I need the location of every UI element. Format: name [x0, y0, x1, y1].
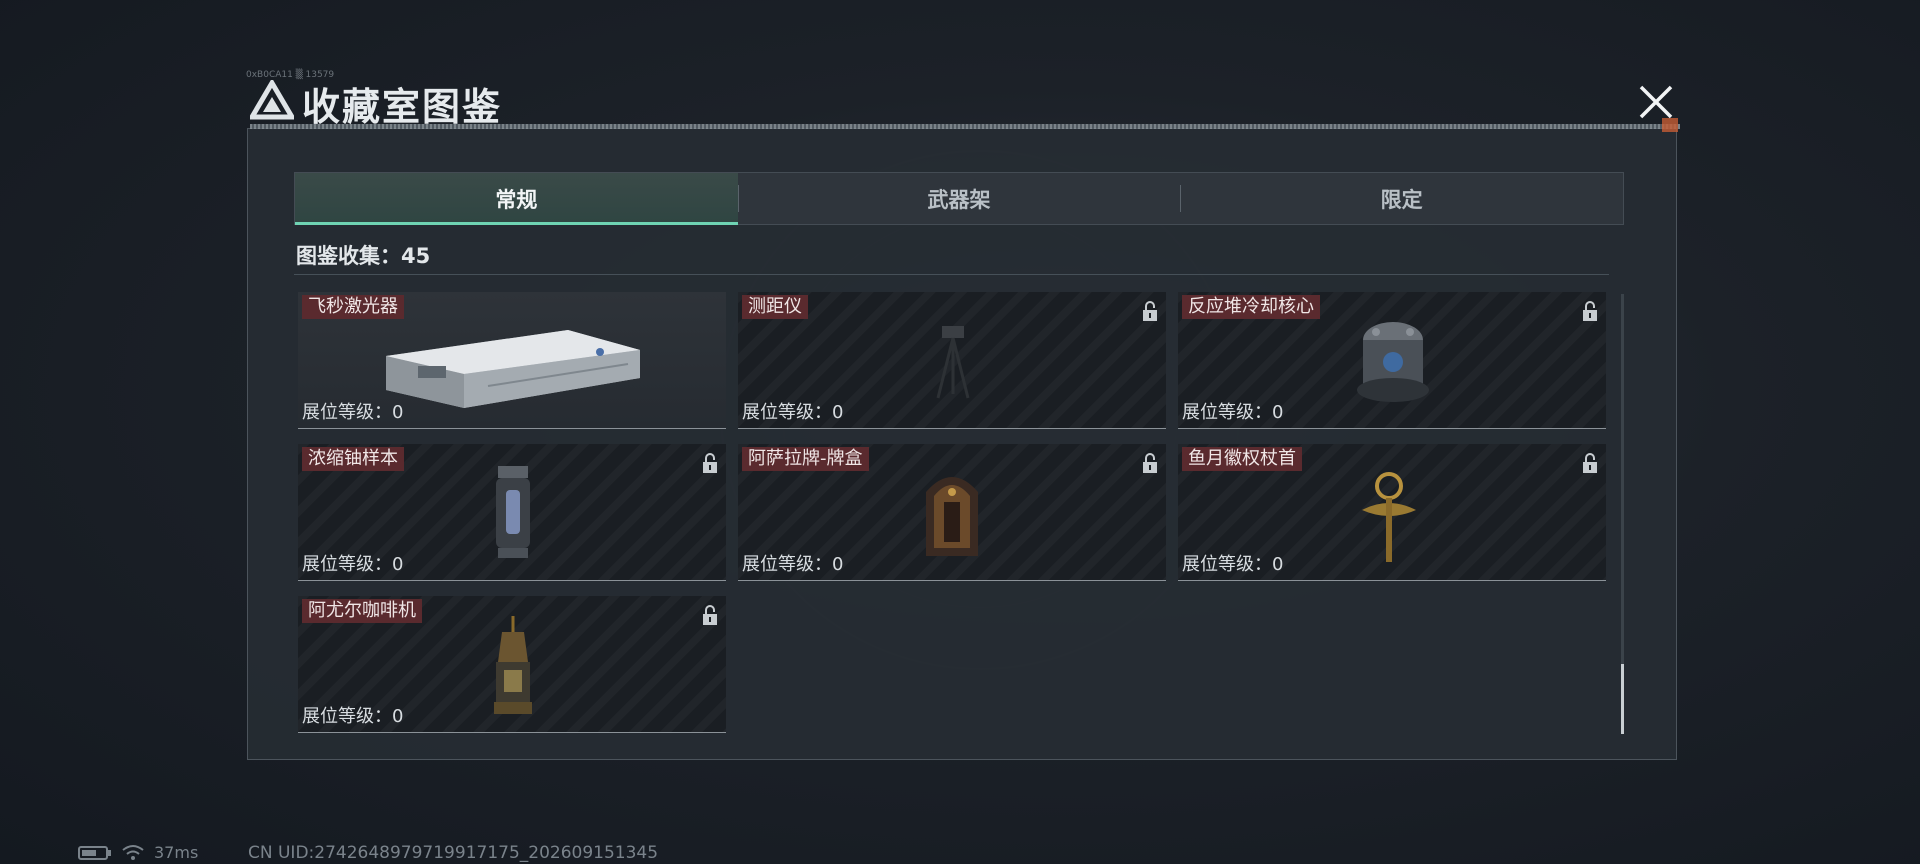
item-level: 展位等级：0: [742, 402, 844, 423]
tab-weapon-rack[interactable]: 武器架: [737, 173, 1181, 224]
triangle-logo-icon: [250, 80, 294, 120]
item-name: 鱼月徽权杖首: [1182, 447, 1302, 471]
close-x-icon: [1639, 85, 1673, 119]
category-tabs: 常规 武器架 限定: [294, 172, 1624, 225]
item-name: 阿萨拉牌-牌盒: [742, 447, 869, 471]
lock-icon: [1143, 453, 1157, 473]
item-card-uranium-sample[interactable]: 浓缩铀样本 展位等级：0: [298, 444, 726, 581]
item-level: 展位等级：0: [742, 554, 844, 575]
item-card-scepter-head[interactable]: 鱼月徽权杖首 展位等级：0: [1178, 444, 1606, 581]
wifi-icon: [122, 844, 144, 860]
item-card-asara-card-box[interactable]: 阿萨拉牌-牌盒 展位等级：0: [738, 444, 1166, 581]
item-level: 展位等级：0: [1182, 554, 1284, 575]
item-name: 阿尤尔咖啡机: [302, 599, 422, 623]
uranium-canister-icon: [496, 466, 530, 558]
item-level: 展位等级：0: [1182, 402, 1284, 423]
item-level: 展位等级：0: [302, 554, 404, 575]
player-uid: CN UID:2742648979719917175_202609151345: [248, 843, 659, 863]
collection-divider: [294, 274, 1609, 275]
scepter-head-icon: [1362, 472, 1416, 562]
tab-limited[interactable]: 限定: [1180, 173, 1623, 224]
item-card-coffee-machine[interactable]: 阿尤尔咖啡机 展位等级：0: [298, 596, 726, 733]
card-box-icon: [926, 477, 978, 556]
laser-device-icon: [386, 330, 640, 408]
dialog-title-bar: 0xB0CA11 ▒ 13579 收藏室图鉴: [242, 70, 1682, 132]
grid-scrollbar[interactable]: [1621, 294, 1624, 734]
item-name: 反应堆冷却核心: [1182, 295, 1320, 319]
lock-icon: [703, 605, 717, 625]
battery-icon: [78, 845, 111, 860]
ping-value: 37ms: [154, 843, 199, 862]
item-card-rangefinder[interactable]: 测距仪 展位等级：0: [738, 292, 1166, 429]
tripod-rangefinder-icon: [936, 326, 970, 399]
item-name: 浓缩铀样本: [302, 447, 404, 471]
collection-count: 图鉴收集：45: [296, 244, 431, 268]
status-bar: 37ms: [78, 843, 198, 862]
reactor-core-icon: [1357, 322, 1429, 402]
coffee-machine-icon: [494, 616, 532, 714]
item-card-reactor-core[interactable]: 反应堆冷却核心 展位等级：0: [1178, 292, 1606, 429]
scrollbar-thumb[interactable]: [1621, 664, 1624, 734]
lock-icon: [1143, 301, 1157, 321]
item-level: 展位等级：0: [302, 402, 404, 423]
item-level: 展位等级：0: [302, 706, 404, 727]
item-grid: 飞秒激光器 展位等级：0 测距仪 展位等级：0 反应堆冷却核心 展位等级：0 浓…: [298, 292, 1608, 733]
close-button[interactable]: [1630, 80, 1682, 124]
lock-icon: [1583, 453, 1597, 473]
lock-icon: [703, 453, 717, 473]
dialog-title: 收藏室图鉴: [302, 85, 503, 129]
title-divider-strip: [250, 124, 1680, 129]
item-card-laser[interactable]: 飞秒激光器 展位等级：0: [298, 292, 726, 429]
item-name: 飞秒激光器: [302, 295, 404, 319]
tab-regular[interactable]: 常规: [295, 173, 738, 225]
item-name: 测距仪: [742, 295, 808, 319]
lock-icon: [1583, 301, 1597, 321]
